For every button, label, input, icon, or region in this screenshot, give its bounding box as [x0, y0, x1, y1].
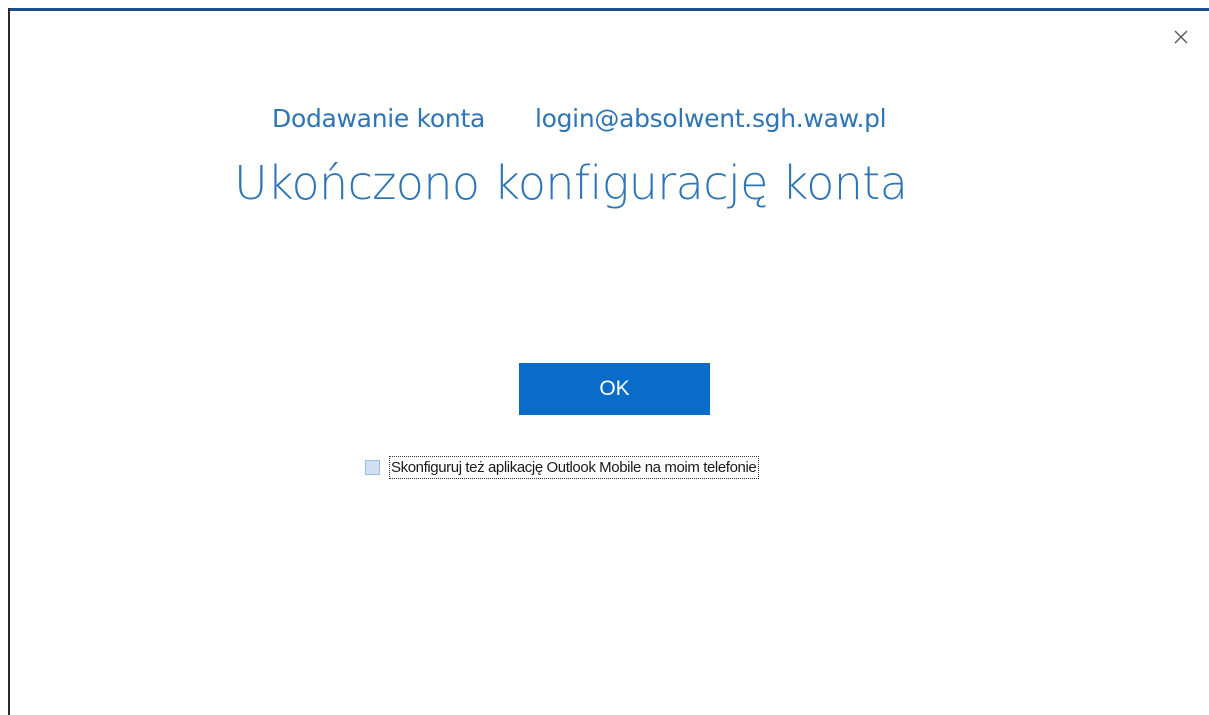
window-frame-left: [8, 8, 10, 715]
mobile-setup-label[interactable]: Skonfiguruj też aplikację Outlook Mobile…: [389, 455, 760, 479]
ok-button[interactable]: OK: [519, 363, 710, 415]
account-email: login@absolwent.sgh.waw.pl: [534, 104, 887, 133]
action-label: Dodawanie konta: [272, 104, 485, 133]
mobile-setup-option[interactable]: Skonfiguruj też aplikację Outlook Mobile…: [365, 455, 760, 479]
close-icon: [1174, 30, 1188, 44]
page-title: Ukończono konfigurację konta: [234, 156, 908, 210]
close-button[interactable]: [1170, 26, 1192, 48]
window-frame-top: [8, 8, 1209, 11]
account-setup-dialog: Dodawanie konta login@absolwent.sgh.waw.p…: [0, 0, 1209, 715]
mobile-setup-checkbox[interactable]: [365, 459, 380, 475]
dialog-header: Dodawanie konta login@absolwent.sgh.waw.p…: [272, 104, 887, 133]
